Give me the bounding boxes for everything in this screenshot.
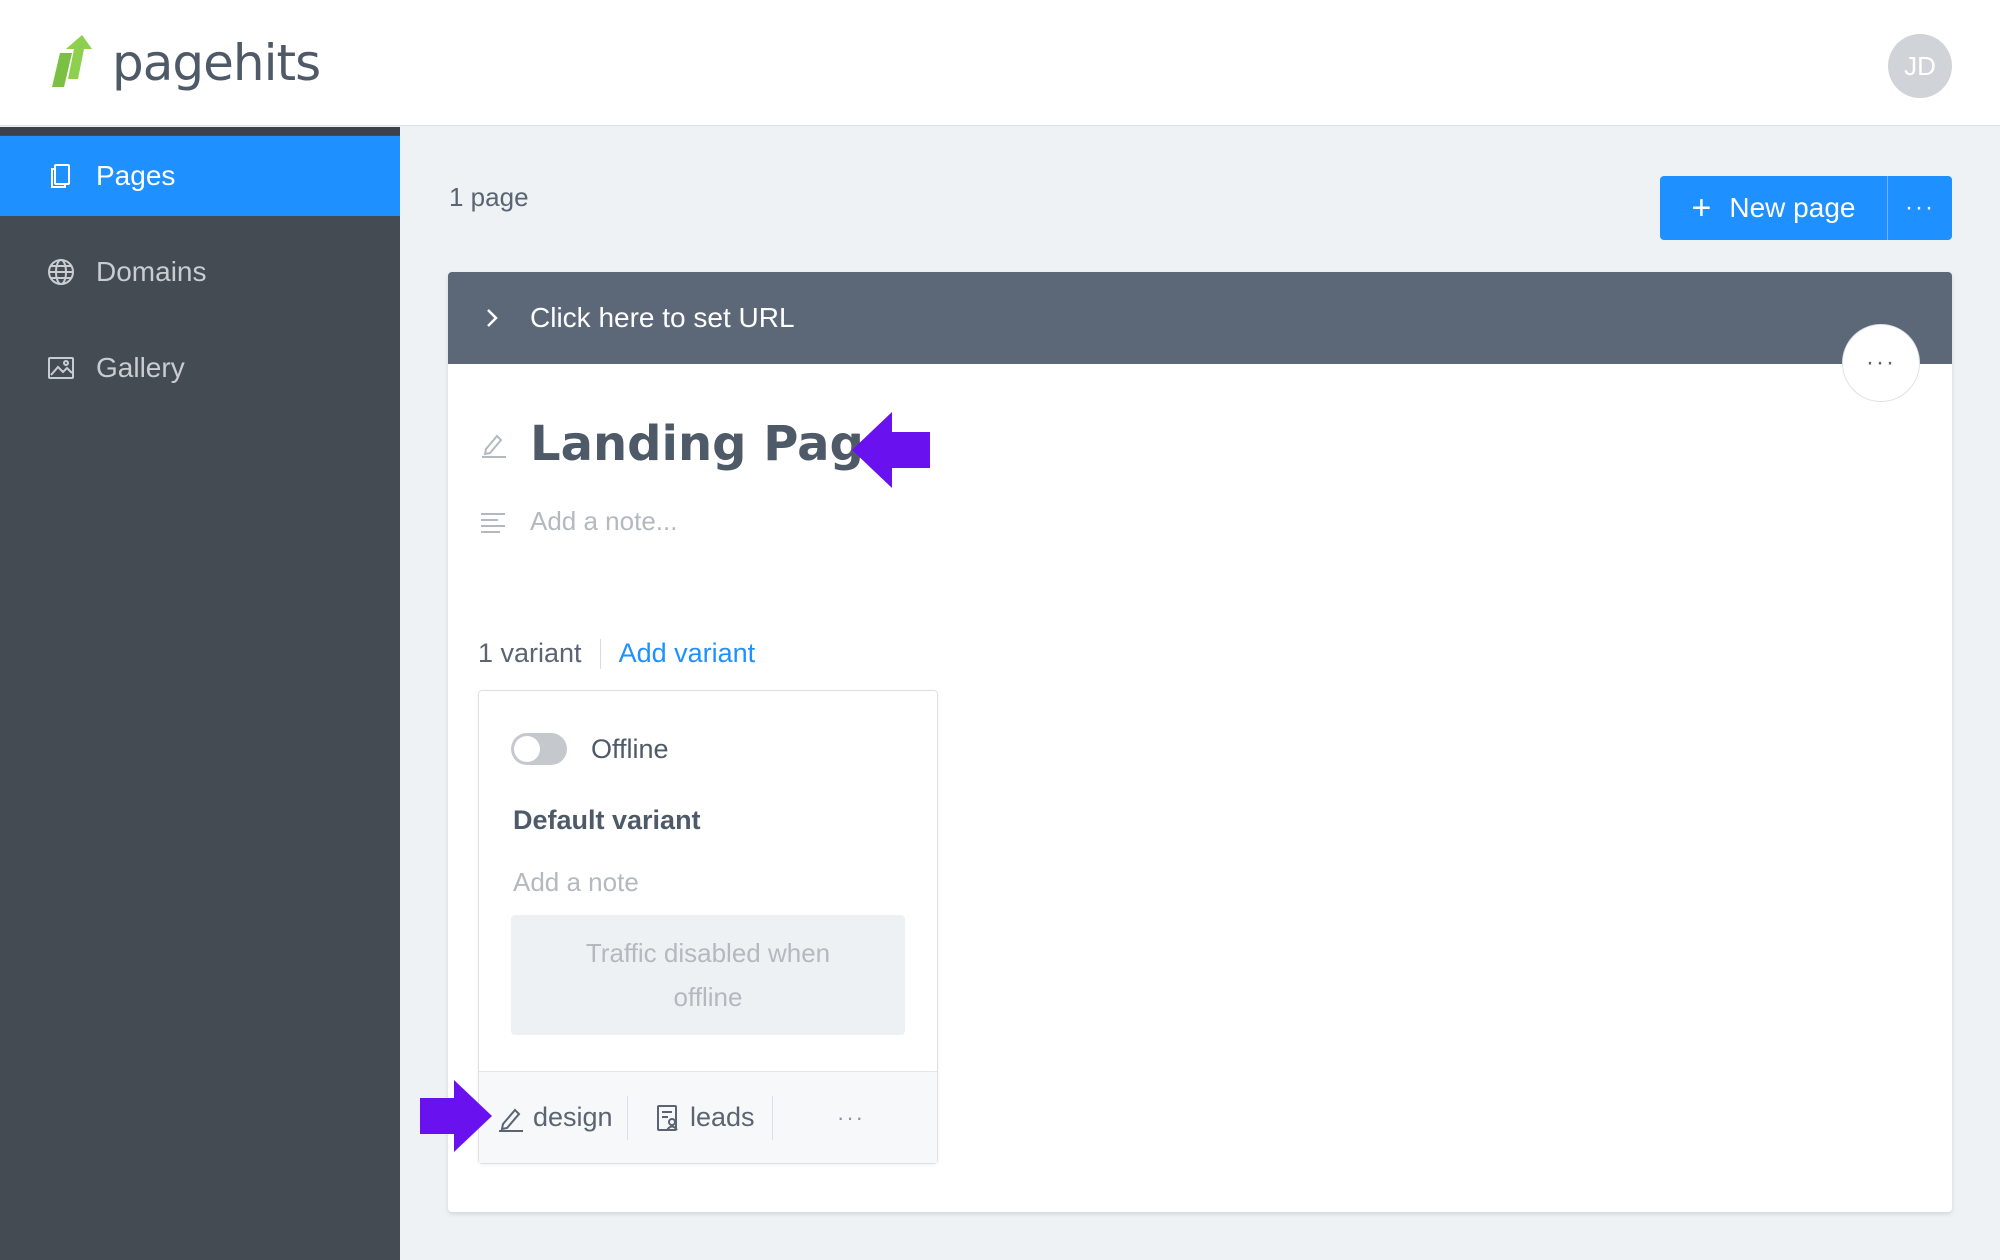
sidebar-item-label: Gallery (96, 352, 185, 383)
variant-name[interactable]: Default variant (513, 805, 701, 836)
page-title[interactable]: Landing Page (530, 416, 896, 472)
variant-count: 1 variant (478, 638, 582, 668)
new-page-button-group: + New page ··· (1660, 176, 1952, 240)
annotation-arrow-right-icon (420, 1080, 492, 1152)
divider (772, 1095, 773, 1140)
new-page-more-button[interactable]: ··· (1888, 176, 1952, 240)
variant-note-input[interactable]: Add a note (513, 867, 639, 898)
leads-label: leads (690, 1102, 755, 1132)
card-more-button[interactable]: ··· (1842, 324, 1920, 402)
pencil-icon (499, 1108, 523, 1132)
variant-more-button[interactable]: ··· (837, 1105, 865, 1131)
edit-pencil-icon[interactable] (478, 429, 508, 459)
pages-icon (46, 161, 76, 191)
variant-status-label: Offline (591, 733, 669, 764)
design-button[interactable]: design (497, 1102, 627, 1133)
logo-text: pagehits (112, 34, 321, 92)
plus-icon: + (1691, 188, 1712, 227)
divider (599, 638, 601, 669)
design-label: design (533, 1102, 613, 1132)
sidebar-divider (0, 127, 400, 135)
page-note-input[interactable]: Add a note... (530, 506, 677, 537)
sidebar-item-pages[interactable]: Pages (0, 136, 400, 216)
set-url-label: Click here to set URL (530, 302, 795, 333)
logo[interactable]: pagehits (46, 34, 321, 92)
annotation-arrow-left-icon (852, 412, 930, 488)
pagehits-logo-icon (52, 35, 92, 87)
app-header: pagehits JD (0, 0, 2000, 126)
page-card: Click here to set URL ··· Landing Page A… (448, 272, 1952, 1212)
divider (627, 1095, 628, 1140)
variant-card: Offline Default variant Add a note Traff… (478, 690, 938, 1164)
variant-status-row: Offline (511, 733, 669, 765)
set-url-bar[interactable]: Click here to set URL (448, 272, 1952, 364)
leads-icon (657, 1104, 678, 1131)
globe-icon (46, 257, 76, 287)
sidebar-item-gallery[interactable]: Gallery (0, 328, 400, 408)
chevron-right-icon (487, 309, 498, 327)
page-title-row: Landing Page (478, 416, 896, 472)
user-avatar[interactable]: JD (1888, 34, 1952, 98)
toggle-knob (514, 736, 540, 762)
traffic-disabled-message: Traffic disabled when offline (511, 915, 905, 1035)
page-count: 1 page (449, 182, 529, 212)
sidebar-item-label: Pages (96, 160, 176, 191)
sidebar-item-label: Domains (96, 256, 207, 287)
leads-button[interactable]: leads (654, 1102, 772, 1133)
new-page-label: New page (1729, 192, 1856, 223)
add-variant-link[interactable]: Add variant (619, 638, 756, 669)
sidebar: Pages Domains Gallery (0, 127, 400, 1260)
page-note-row: Add a note... (478, 506, 677, 537)
image-icon (46, 353, 76, 383)
online-toggle[interactable] (511, 733, 567, 765)
sidebar-item-domains[interactable]: Domains (0, 232, 400, 312)
new-page-button[interactable]: + New page (1660, 176, 1888, 240)
variant-actions: design leads ··· (479, 1071, 937, 1163)
note-lines-icon (481, 512, 505, 533)
variant-summary: 1 variant Add variant (478, 638, 755, 669)
